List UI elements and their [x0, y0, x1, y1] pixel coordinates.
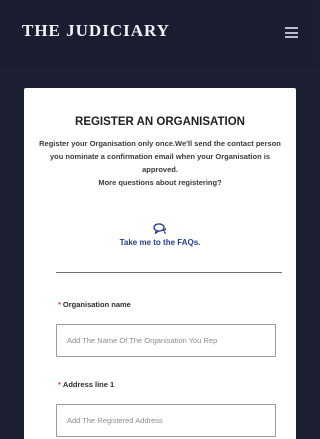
faq-link[interactable]: Take me to the FAQs.	[24, 238, 296, 247]
required-marker: *	[58, 300, 61, 309]
address-line-1-input[interactable]	[56, 404, 276, 437]
organisation-name-input[interactable]	[56, 324, 276, 357]
organisation-name-label: * Organisation name	[58, 300, 131, 309]
menu-line	[285, 31, 298, 34]
register-organisation-card: REGISTER AN ORGANISATION Register your O…	[24, 88, 296, 439]
page: THE JUDICIARY REGISTER AN ORGANISATION R…	[0, 0, 319, 439]
required-marker: *	[58, 380, 61, 389]
page-title: REGISTER AN ORGANISATION	[75, 116, 245, 128]
brand-title[interactable]: THE JUDICIARY	[22, 21, 170, 41]
address-line-1-label-text: Address line 1	[62, 380, 115, 389]
registration-description: Register your Organisation only once.We'…	[36, 137, 284, 189]
description-text: Register your Organisation only once.We'…	[39, 139, 281, 174]
section-divider	[56, 272, 282, 273]
organisation-name-label-text: Organisation name	[62, 300, 131, 309]
menu-line	[285, 36, 298, 38]
hamburger-menu-icon[interactable]	[285, 27, 298, 38]
menu-line	[285, 27, 298, 29]
address-line-1-label: * Address line 1	[58, 380, 114, 389]
top-navigation-bar: THE JUDICIARY	[0, 0, 319, 68]
more-questions-text: More questions about registering?	[98, 178, 222, 187]
chat-bubbles-icon[interactable]	[153, 223, 167, 235]
